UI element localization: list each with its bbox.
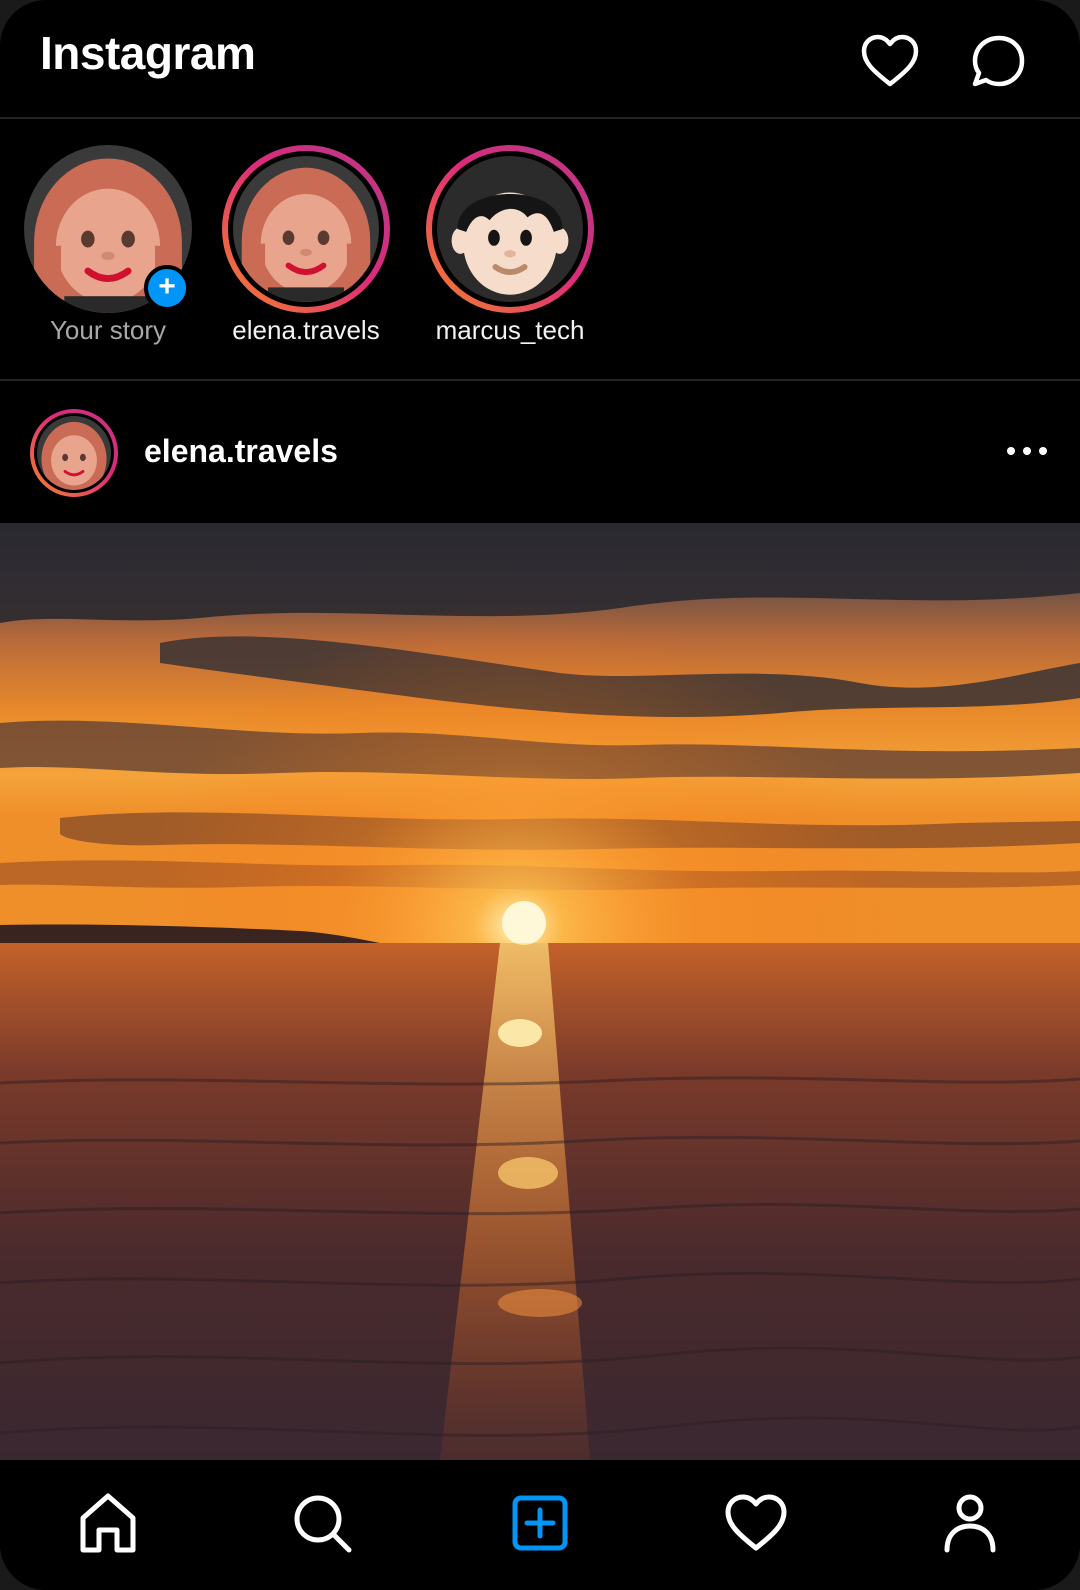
stories-tray: + Your story elena.travels marcus_tech <box>0 121 1080 381</box>
bottom-nav <box>0 1460 1080 1590</box>
story-label: elena.travels <box>232 315 380 345</box>
person-icon[interactable] <box>935 1488 1005 1558</box>
top-bar: Instagram <box>0 0 1080 119</box>
story-label: marcus_tech <box>435 315 585 345</box>
story-your-story[interactable]: + Your story <box>8 145 208 365</box>
story-label: Your story <box>49 315 167 345</box>
man-avatar-icon <box>437 156 583 302</box>
message-bubble-icon[interactable] <box>966 30 1030 94</box>
add-story-plus-icon[interactable]: + <box>144 265 190 311</box>
story-ring <box>222 145 390 313</box>
post-username[interactable]: elena.travels <box>144 433 338 470</box>
heart-icon[interactable] <box>858 30 922 94</box>
post-header: elena.travels <box>0 383 1080 523</box>
post-avatar[interactable] <box>30 409 118 497</box>
heart-icon[interactable] <box>721 1488 791 1558</box>
story-marcus-tech[interactable]: marcus_tech <box>410 145 610 365</box>
search-icon[interactable] <box>287 1488 357 1558</box>
more-horizontal-icon[interactable] <box>1002 431 1052 471</box>
add-post-icon[interactable] <box>505 1488 575 1558</box>
home-icon[interactable] <box>73 1488 143 1558</box>
woman-avatar-icon <box>233 156 379 302</box>
story-ring <box>426 145 594 313</box>
phone-frame: Instagram + Your story elena.travels mar… <box>0 0 1080 1590</box>
woman-avatar-icon <box>37 416 111 490</box>
post-image[interactable] <box>0 523 1080 1460</box>
app-logo[interactable]: Instagram <box>40 26 256 80</box>
story-elena-travels[interactable]: elena.travels <box>206 145 406 365</box>
